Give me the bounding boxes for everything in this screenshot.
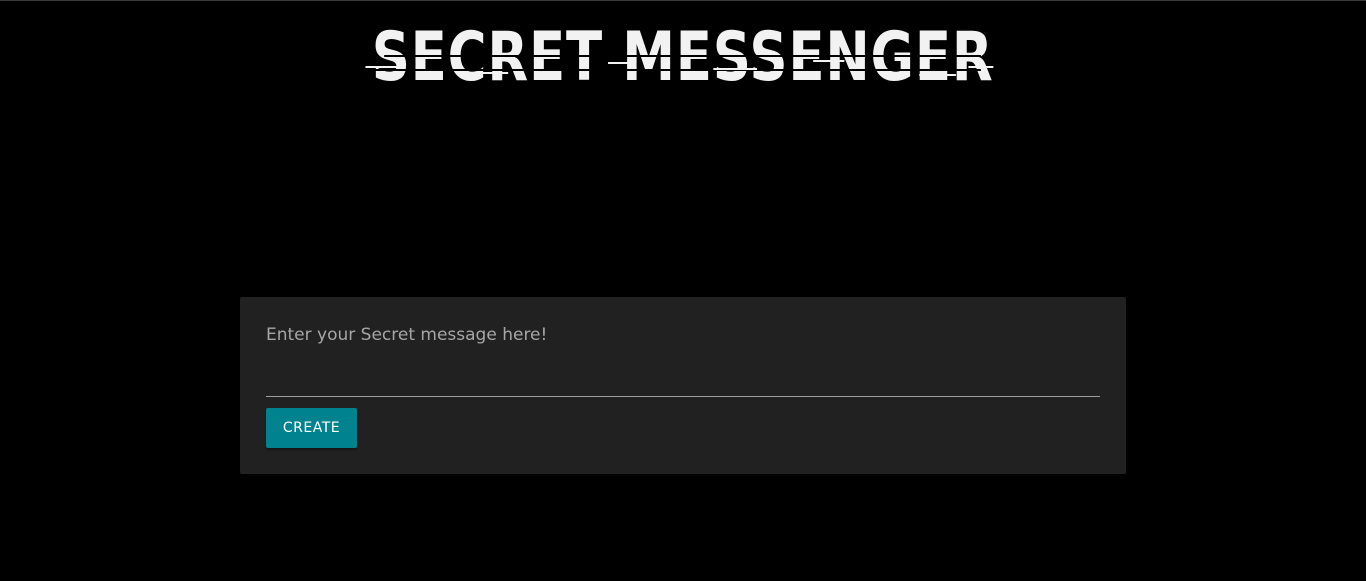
create-button[interactable]: CREATE [266, 408, 357, 448]
app-logo-text: SECRET MESSENGER [372, 18, 994, 97]
app-logo: SECRET MESSENGER [365, 22, 994, 94]
top-border [0, 0, 1366, 1]
header: SECRET MESSENGER [0, 22, 1366, 94]
message-field [266, 319, 1100, 399]
secret-message-input[interactable] [266, 319, 1100, 397]
message-card: CREATE [240, 297, 1126, 474]
